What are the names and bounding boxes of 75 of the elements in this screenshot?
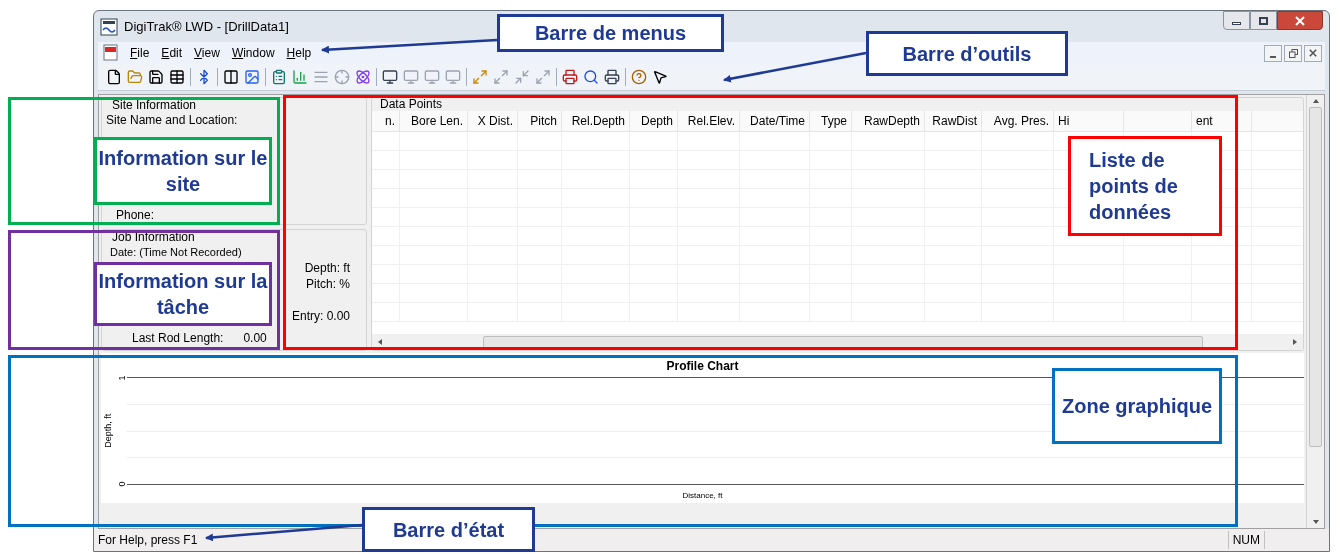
callout-label: Information sur le site (94, 137, 272, 205)
scroll-arrow-icon[interactable] (1291, 338, 1299, 346)
menu-item[interactable]: File (124, 44, 156, 62)
column-header[interactable]: Bore Len. (400, 111, 468, 131)
column-header[interactable]: X Dist. (468, 111, 518, 131)
group-title: Site Information (111, 98, 198, 112)
column-header[interactable]: ent (1192, 111, 1252, 131)
field-label: Phone: (116, 208, 155, 222)
printer-icon[interactable] (562, 69, 578, 85)
close-button[interactable] (1277, 11, 1323, 30)
group-title: Data Points (379, 98, 444, 111)
column-header[interactable]: Date/Time (740, 111, 810, 131)
callout-label: Liste de points de données (1068, 136, 1222, 236)
callout-label: Information sur la tâche (94, 262, 272, 326)
restore-icon (1288, 48, 1298, 58)
callout-label: Zone graphique (1052, 368, 1222, 444)
vertical-scrollbar[interactable] (1306, 95, 1324, 528)
field-label: Last Rod Length: (132, 331, 224, 345)
minimize-button[interactable] (1264, 44, 1282, 62)
close-button[interactable] (1304, 44, 1322, 62)
minimize-button[interactable] (1223, 11, 1250, 30)
close-icon (1309, 49, 1317, 57)
field-label: Site Name and Location: (106, 112, 239, 128)
column-header[interactable]: Rel.Depth (562, 111, 630, 131)
status-indicator: NUM (1227, 531, 1265, 549)
monitor-icon[interactable] (382, 69, 398, 85)
atom-icon[interactable] (355, 69, 371, 85)
printer-icon[interactable] (604, 69, 620, 85)
scroll-arrow-icon[interactable] (376, 338, 384, 346)
depth-unit: Depth: ft (304, 260, 350, 276)
menu-item[interactable]: Help (280, 44, 318, 62)
file-icon[interactable] (106, 69, 122, 85)
column-header[interactable]: Hi (1054, 111, 1124, 131)
scroll-arrow-icon[interactable] (1311, 518, 1320, 526)
document-icon (102, 44, 120, 62)
entry-value: Entry: 0.00 (291, 308, 350, 324)
expand-icon[interactable] (472, 69, 488, 85)
tick-label: 1 (117, 375, 127, 381)
close-icon (1295, 15, 1305, 26)
column-header[interactable]: RawDepth (852, 111, 925, 131)
callout-label: Barre de menus (497, 14, 724, 52)
tick-label: 0 (117, 481, 127, 487)
callout-label: Barre d’état (362, 507, 535, 552)
columns-icon[interactable] (223, 69, 239, 85)
clipboard-icon[interactable] (271, 69, 287, 85)
pitch-unit: Pitch: % (306, 276, 350, 292)
save-icon[interactable] (148, 69, 164, 85)
window-title: DigiTrak® LWD - [DrillData1] (124, 17, 289, 36)
menu-item[interactable]: Edit (155, 44, 189, 62)
bar-chart-icon[interactable] (292, 69, 308, 85)
callout-label: Barre d’outils (866, 31, 1068, 76)
column-header[interactable]: RawDist (925, 111, 982, 131)
column-header[interactable]: Pitch (518, 111, 562, 131)
help-icon[interactable] (631, 69, 647, 85)
search-icon[interactable] (583, 69, 599, 85)
field-value: 0.00 (243, 331, 267, 345)
column-header[interactable]: Rel.Elev. (678, 111, 740, 131)
date-field: Date: (Time Not Recorded) (110, 244, 242, 260)
app-logo-icon (100, 17, 118, 36)
restore-button[interactable] (1284, 44, 1302, 62)
menu-item[interactable]: View (188, 44, 226, 62)
column-header[interactable]: n. (372, 111, 400, 131)
status-text: For Help, press F1 (98, 532, 198, 549)
axis-label: Depth, ft (102, 414, 115, 448)
column-header[interactable]: Type (810, 111, 852, 131)
table-icon[interactable] (169, 69, 185, 85)
maximize-button[interactable] (1250, 11, 1277, 30)
image-icon[interactable] (244, 69, 260, 85)
menu-item[interactable]: Window (225, 44, 281, 62)
chart-title: Profile Chart (666, 359, 739, 373)
folder-icon[interactable] (127, 69, 143, 85)
axis-label: Distance, ft (681, 490, 724, 502)
scroll-arrow-icon[interactable] (1311, 97, 1320, 105)
column-header[interactable]: Depth (630, 111, 678, 131)
column-header[interactable]: Avg. Pres. (982, 111, 1054, 131)
